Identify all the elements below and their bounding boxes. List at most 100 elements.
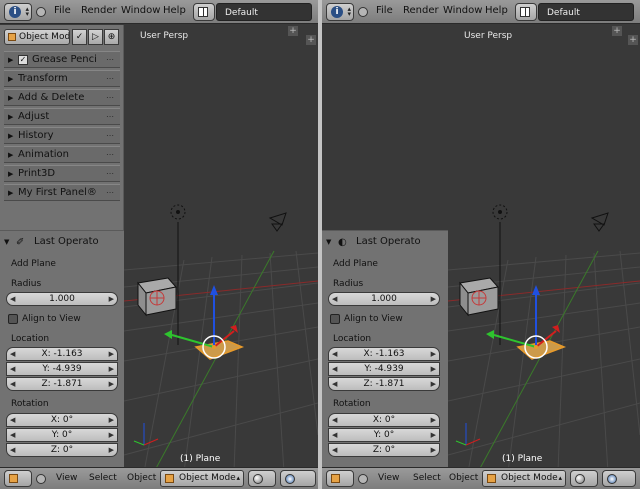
grip-icon[interactable]: ⋯ — [106, 166, 114, 182]
location-y-field[interactable]: ◀ Y: -4.939 ▶ — [328, 362, 440, 376]
grip-icon[interactable]: ⋯ — [106, 52, 114, 68]
chevron-left-icon[interactable]: ◀ — [10, 429, 15, 441]
menu-window[interactable]: Window — [121, 5, 160, 16]
cube-object[interactable] — [137, 277, 177, 317]
grip-icon[interactable]: ⋯ — [106, 128, 114, 144]
editor-type-button[interactable] — [326, 470, 354, 487]
checkbox-icon[interactable]: ✓ — [18, 55, 28, 65]
collapse-menus-icon[interactable] — [358, 7, 368, 17]
menu-object[interactable]: Object — [127, 473, 156, 483]
collapse-menus-icon[interactable] — [358, 474, 368, 484]
location-z-field[interactable]: ◀ Z: -1.871 ▶ — [328, 377, 440, 391]
menu-view[interactable]: View — [378, 473, 399, 483]
panel-add-delete[interactable]: ▶ Add & Delete ⋯ — [4, 89, 120, 106]
checkbox-icon[interactable] — [330, 314, 340, 324]
location-x-field[interactable]: ◀ X: -1.163 ▶ — [328, 347, 440, 361]
grip-icon[interactable]: ⋯ — [106, 109, 114, 125]
screen-layout-button[interactable] — [515, 3, 537, 21]
chevron-left-icon[interactable]: ◀ — [332, 348, 337, 360]
add-icon[interactable]: ⊕ — [104, 29, 119, 45]
chevron-right-icon[interactable]: ▶ — [109, 363, 114, 375]
grip-icon[interactable]: ⋯ — [106, 90, 114, 106]
grip-icon[interactable]: ⋯ — [106, 185, 114, 201]
menu-select[interactable]: Select — [89, 473, 117, 483]
chevron-left-icon[interactable]: ◀ — [10, 414, 15, 426]
menu-select[interactable]: Select — [413, 473, 441, 483]
panel-transform[interactable]: ▶ Transform ⋯ — [4, 70, 120, 87]
pivot-dropdown[interactable] — [602, 470, 636, 487]
panel-my-first-panel[interactable]: ▶ My First Panel® ⋯ — [4, 184, 120, 201]
menu-file[interactable]: File — [54, 5, 71, 16]
rotation-x-field[interactable]: ◀ X: 0° ▶ — [328, 413, 440, 427]
layout-name-field[interactable]: Default — [216, 3, 312, 21]
grip-icon[interactable]: ⋯ — [106, 71, 114, 87]
last-operator-header[interactable]: ▼ ✐ Last Operato — [4, 235, 120, 249]
chevron-right-icon[interactable]: ▶ — [431, 348, 436, 360]
panel-print3d[interactable]: ▶ Print3D ⋯ — [4, 165, 120, 182]
menu-window[interactable]: Window — [443, 5, 482, 16]
collapse-menus-icon[interactable] — [36, 474, 46, 484]
chevron-left-icon[interactable]: ◀ — [10, 444, 15, 456]
chevron-right-icon[interactable]: ▶ — [431, 429, 436, 441]
chevron-left-icon[interactable]: ◀ — [332, 429, 337, 441]
menu-render[interactable]: Render — [403, 5, 439, 16]
menu-render[interactable]: Render — [81, 5, 117, 16]
align-to-view-checkbox[interactable]: Align to View — [8, 313, 81, 325]
panel-animation[interactable]: ▶ Animation ⋯ — [4, 146, 120, 163]
chevron-right-icon[interactable]: ▶ — [109, 348, 114, 360]
last-operator-header[interactable]: ▼ ◐ Last Operato — [326, 235, 442, 249]
chevron-left-icon[interactable]: ◀ — [332, 378, 337, 390]
rotation-z-field[interactable]: ◀ Z: 0° ▶ — [6, 443, 118, 457]
chevron-right-icon[interactable]: ▶ — [431, 414, 436, 426]
editor-type-button[interactable]: i ▴ ▾ — [4, 3, 32, 21]
rotation-y-field[interactable]: ◀ Y: 0° ▶ — [328, 428, 440, 442]
menu-view[interactable]: View — [56, 473, 77, 483]
grip-icon[interactable]: ⋯ — [106, 147, 114, 163]
collapse-menus-icon[interactable] — [36, 7, 46, 17]
chevron-right-icon[interactable]: ▶ — [109, 414, 114, 426]
chevron-left-icon[interactable]: ◀ — [332, 363, 337, 375]
chevron-right-icon[interactable]: ▶ — [431, 444, 436, 456]
editor-type-button[interactable] — [4, 470, 32, 487]
panel-adjust[interactable]: ▶ Adjust ⋯ — [4, 108, 120, 125]
cube-object[interactable] — [459, 277, 499, 317]
rotation-x-field[interactable]: ◀ X: 0° ▶ — [6, 413, 118, 427]
chevron-left-icon[interactable]: ◀ — [10, 348, 15, 360]
chevron-left-icon[interactable]: ◀ — [332, 293, 337, 305]
radius-field[interactable]: ◀ 1.000 ▶ — [6, 292, 118, 306]
chevron-right-icon[interactable]: ▶ — [109, 444, 114, 456]
chevron-right-icon[interactable]: ▶ — [109, 293, 114, 305]
panel-history[interactable]: ▶ History ⋯ — [4, 127, 120, 144]
shading-dropdown[interactable] — [570, 470, 598, 487]
viewport-3d[interactable]: User Persp + + (1) Plane — [448, 25, 640, 472]
location-y-field[interactable]: ◀ Y: -4.939 ▶ — [6, 362, 118, 376]
menu-object[interactable]: Object — [449, 473, 478, 483]
align-to-view-checkbox[interactable]: Align to View — [330, 313, 403, 325]
object-mode-field[interactable]: Object Mod — [4, 29, 70, 45]
radius-field[interactable]: ◀ 1.000 ▶ — [328, 292, 440, 306]
mode-dropdown[interactable]: Object Mode ▴▾ — [160, 470, 244, 487]
mode-dropdown[interactable]: Object Mode ▴▾ — [482, 470, 566, 487]
chevron-left-icon[interactable]: ◀ — [332, 414, 337, 426]
location-z-field[interactable]: ◀ Z: -1.871 ▶ — [6, 377, 118, 391]
chevron-right-icon[interactable]: ▶ — [431, 363, 436, 375]
chevron-right-icon[interactable]: ▶ — [109, 378, 114, 390]
layout-name-field[interactable]: Default — [538, 3, 634, 21]
shading-dropdown[interactable] — [248, 470, 276, 487]
viewport-3d[interactable]: User Persp + + (1) Plane — [124, 25, 318, 472]
location-x-field[interactable]: ◀ X: -1.163 ▶ — [6, 347, 118, 361]
chevron-right-icon[interactable]: ▶ — [431, 293, 436, 305]
chevron-left-icon[interactable]: ◀ — [10, 293, 15, 305]
chevron-left-icon[interactable]: ◀ — [10, 378, 15, 390]
chevron-left-icon[interactable]: ◀ — [10, 363, 15, 375]
camera-icon[interactable] — [268, 212, 287, 232]
editor-type-button[interactable]: i ▴ ▾ — [326, 3, 354, 21]
checkbox-icon[interactable] — [8, 314, 18, 324]
menu-help[interactable]: Help — [163, 5, 186, 16]
pivot-dropdown[interactable] — [280, 470, 316, 487]
chevron-right-icon[interactable]: ▶ — [109, 429, 114, 441]
play-icon[interactable]: ▷ — [88, 29, 103, 45]
screen-layout-button[interactable] — [193, 3, 215, 21]
camera-icon[interactable] — [590, 212, 609, 232]
rotation-y-field[interactable]: ◀ Y: 0° ▶ — [6, 428, 118, 442]
